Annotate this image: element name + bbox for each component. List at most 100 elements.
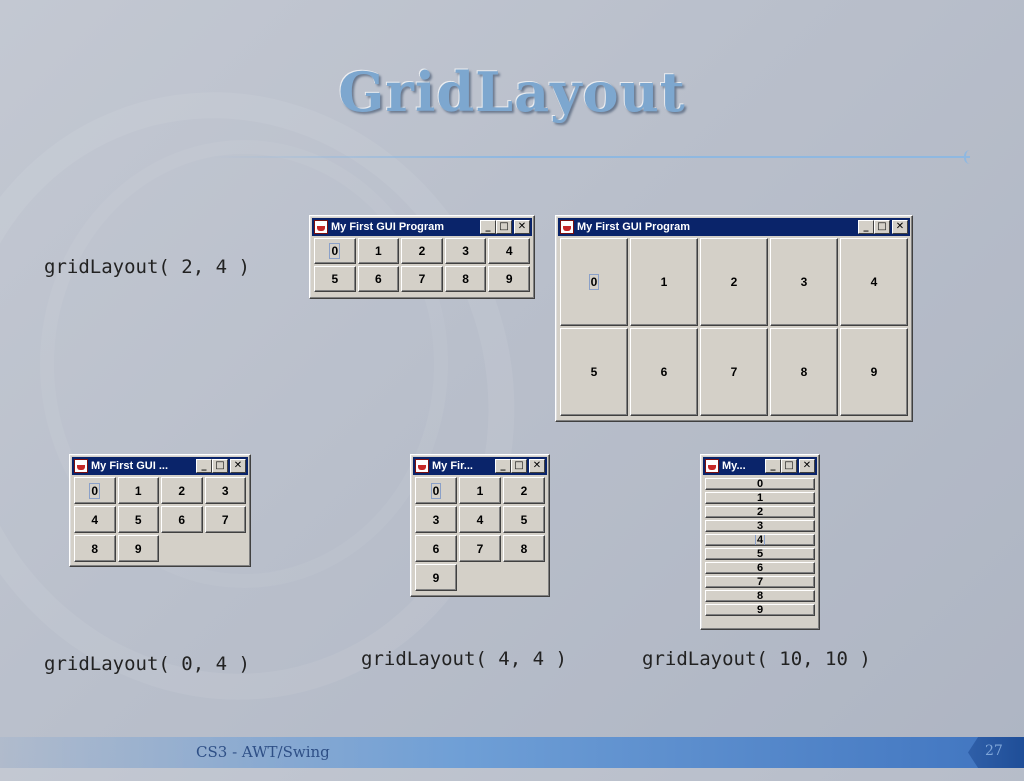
minimize-button[interactable]: _ — [495, 459, 511, 473]
grid-button-8[interactable]: 8 — [444, 266, 487, 292]
gui-window-large: My First GUI Program _ □ ✕ 0 1 2 3 4 5 6… — [555, 215, 913, 422]
grid-button-8[interactable]: 8 — [503, 535, 545, 562]
grid-button-6[interactable]: 6 — [357, 266, 400, 292]
grid-button-7[interactable]: 7 — [401, 266, 443, 292]
grid-button-2[interactable]: 2 — [161, 477, 203, 504]
grid-button-1[interactable]: 1 — [630, 238, 698, 326]
grid-button-2[interactable]: 2 — [705, 506, 815, 518]
page-number: 27 — [985, 743, 1003, 759]
window-title: My Fir... — [432, 460, 473, 472]
close-button[interactable]: ✕ — [892, 220, 908, 234]
grid-button-7[interactable]: 7 — [705, 576, 815, 588]
grid-button-9[interactable]: 9 — [705, 604, 815, 616]
grid-button-8[interactable]: 8 — [770, 328, 838, 416]
grid-button-5[interactable]: 5 — [117, 506, 159, 533]
gui-window-grid-10-10: My... _ □ ✕ 0 1 2 3 4 5 6 7 8 9 — [700, 454, 820, 630]
maximize-button[interactable]: □ — [781, 459, 797, 473]
footer-text: CS3 - AWT/Swing — [196, 743, 330, 761]
gui-window-small: My First GUI Program _ □ ✕ 0 1 2 3 4 5 6… — [309, 215, 535, 299]
grid-button-9[interactable]: 9 — [415, 564, 457, 591]
grid-button-3[interactable]: 3 — [770, 238, 838, 326]
grid-button-0[interactable]: 0 — [415, 477, 457, 504]
grid-button-2[interactable]: 2 — [401, 238, 443, 264]
grid-button-5[interactable]: 5 — [314, 266, 356, 292]
grid-button-3[interactable]: 3 — [415, 506, 457, 533]
window-title: My First GUI Program — [577, 221, 691, 233]
grid-button-6[interactable]: 6 — [161, 506, 203, 533]
java-app-icon — [705, 459, 719, 473]
grid-button-7[interactable]: 7 — [700, 328, 768, 416]
window-titlebar[interactable]: My First GUI Program _ □ ✕ — [558, 218, 910, 236]
maximize-button[interactable]: □ — [496, 220, 512, 234]
grid-button-5[interactable]: 5 — [705, 548, 815, 560]
maximize-button[interactable]: □ — [874, 220, 890, 234]
grid-button-4[interactable]: 4 — [488, 238, 530, 264]
minimize-button[interactable]: _ — [765, 459, 781, 473]
window-titlebar[interactable]: My First GUI ... _ □ ✕ — [72, 457, 248, 475]
minimize-button[interactable]: _ — [480, 220, 496, 234]
footer-bar — [0, 737, 1024, 768]
grid-button-4[interactable]: 4 — [840, 238, 908, 326]
minimize-button[interactable]: _ — [196, 459, 212, 473]
caption-grid-4-4: gridLayout( 4, 4 ) — [361, 648, 567, 670]
window-titlebar[interactable]: My... _ □ ✕ — [703, 457, 817, 475]
gui-window-grid-4-4: My Fir... _ □ ✕ 0 1 2 3 4 5 6 7 8 9 — [410, 454, 550, 597]
grid-button-0[interactable]: 0 — [705, 478, 815, 490]
grid-button-3[interactable]: 3 — [204, 477, 246, 504]
grid-button-4[interactable]: 4 — [705, 534, 815, 546]
java-app-icon — [560, 220, 574, 234]
grid-button-7[interactable]: 7 — [204, 506, 246, 533]
maximize-button[interactable]: □ — [511, 459, 527, 473]
caption-grid-10-10: gridLayout( 10, 10 ) — [642, 648, 871, 670]
java-app-icon — [314, 220, 328, 234]
grid-button-6[interactable]: 6 — [415, 535, 457, 562]
grid-button-2[interactable]: 2 — [503, 477, 545, 504]
java-app-icon — [74, 459, 88, 473]
button-grid: 0 1 2 3 4 5 6 7 8 9 — [72, 475, 248, 564]
minimize-button[interactable]: _ — [858, 220, 874, 234]
window-titlebar[interactable]: My First GUI Program _ □ ✕ — [312, 218, 532, 236]
grid-button-9[interactable]: 9 — [117, 535, 159, 562]
grid-button-4[interactable]: 4 — [459, 506, 501, 533]
grid-button-3[interactable]: 3 — [444, 238, 487, 264]
grid-button-1[interactable]: 1 — [357, 238, 400, 264]
grid-button-7[interactable]: 7 — [459, 535, 501, 562]
grid-button-9[interactable]: 9 — [488, 266, 530, 292]
window-title: My First GUI ... — [91, 460, 169, 472]
grid-button-3[interactable]: 3 — [705, 520, 815, 532]
title-rule-end — [964, 150, 972, 164]
grid-button-8[interactable]: 8 — [705, 590, 815, 602]
window-titlebar[interactable]: My Fir... _ □ ✕ — [413, 457, 547, 475]
close-button[interactable]: ✕ — [799, 459, 815, 473]
grid-button-9[interactable]: 9 — [840, 328, 908, 416]
grid-button-2[interactable]: 2 — [700, 238, 768, 326]
grid-button-1[interactable]: 1 — [117, 477, 159, 504]
grid-button-1[interactable]: 1 — [459, 477, 501, 504]
grid-button-1[interactable]: 1 — [705, 492, 815, 504]
grid-button-6[interactable]: 6 — [705, 562, 815, 574]
button-grid: 0 1 2 3 4 5 6 7 8 9 — [413, 475, 547, 593]
caption-grid-2-4: gridLayout( 2, 4 ) — [44, 256, 250, 278]
grid-button-8[interactable]: 8 — [74, 535, 116, 562]
button-grid: 0 1 2 3 4 5 6 7 8 9 — [558, 236, 910, 418]
maximize-button[interactable]: □ — [212, 459, 228, 473]
grid-button-0[interactable]: 0 — [314, 238, 356, 264]
java-app-icon — [415, 459, 429, 473]
grid-button-0[interactable]: 0 — [74, 477, 116, 504]
grid-button-5[interactable]: 5 — [503, 506, 545, 533]
button-grid: 0 1 2 3 4 5 6 7 8 9 — [312, 236, 532, 294]
close-button[interactable]: ✕ — [529, 459, 545, 473]
grid-button-0[interactable]: 0 — [560, 238, 628, 326]
grid-button-6[interactable]: 6 — [630, 328, 698, 416]
close-button[interactable]: ✕ — [514, 220, 530, 234]
window-title: My... — [722, 460, 746, 472]
close-button[interactable]: ✕ — [230, 459, 246, 473]
button-grid: 0 1 2 3 4 5 6 7 8 9 — [703, 475, 817, 619]
grid-button-4[interactable]: 4 — [74, 506, 116, 533]
slide-title: GridLayout — [338, 60, 686, 124]
title-rule — [210, 156, 970, 158]
grid-button-5[interactable]: 5 — [560, 328, 628, 416]
window-title: My First GUI Program — [331, 221, 445, 233]
gui-window-grid-0-4: My First GUI ... _ □ ✕ 0 1 2 3 4 5 6 7 8… — [69, 454, 251, 567]
caption-grid-0-4: gridLayout( 0, 4 ) — [44, 653, 250, 675]
